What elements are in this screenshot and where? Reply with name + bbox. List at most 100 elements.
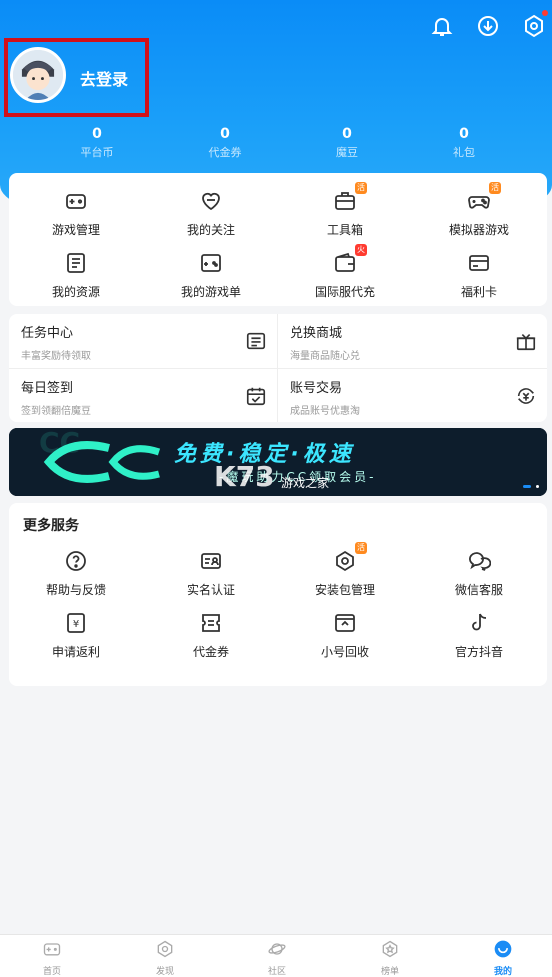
home-icon: [43, 943, 61, 956]
package-icon: 活: [333, 542, 367, 573]
service-label: 微信客服: [454, 583, 503, 597]
svg-text:¥: ¥: [73, 619, 79, 630]
top-actions: [430, 10, 548, 38]
tasks-card: 任务中心 丰富奖励待领取 兑换商城 海量商品随心兑 每日签到 签到领翻倍魔豆 账…: [9, 314, 547, 422]
stat-magic-bean[interactable]: 0 魔豆: [307, 126, 387, 160]
card-icon: [467, 251, 491, 275]
tab-home[interactable]: 首页: [22, 939, 82, 977]
tool-label: 福利卡: [460, 285, 497, 299]
tab-ranking[interactable]: 榜单: [360, 939, 420, 977]
coupon-icon: [199, 611, 223, 635]
help-icon: [64, 549, 88, 573]
account-trade[interactable]: 账号交易 成品账号优惠淘: [278, 369, 547, 422]
task-title: 任务中心: [21, 326, 74, 341]
heart-icon: [199, 189, 223, 213]
profile-icon: [494, 940, 512, 958]
stat-value: 0: [459, 126, 469, 142]
tools-card: 游戏管理 我的关注 活 工具箱 活 模拟器游戏 我的资源 我的游戏单 火 国际服…: [9, 173, 547, 306]
watermark-text: 游戏之家: [281, 476, 330, 490]
settings-icon[interactable]: [522, 10, 548, 38]
task-icon: [245, 330, 267, 352]
tool-label: 我的游戏单: [180, 285, 241, 299]
task-subtitle: 丰富奖励待领取: [21, 351, 91, 362]
tab-community[interactable]: 社区: [247, 939, 307, 977]
service-label: 帮助与反馈: [45, 583, 106, 597]
calendar-icon: [245, 385, 267, 407]
daily-checkin[interactable]: 每日签到 签到领翻倍魔豆: [9, 369, 277, 422]
services-title: 更多服务: [23, 518, 79, 534]
tab-label: 榜单: [380, 967, 399, 977]
toolbox-icon: 活: [333, 182, 367, 213]
service-wechat[interactable]: 微信客服: [424, 549, 534, 598]
tab-label: 我的: [493, 967, 512, 977]
gamepad-icon: [64, 189, 88, 213]
ranking-icon: [382, 940, 398, 958]
login-button[interactable]: 去登录: [80, 66, 128, 90]
tool-label: 工具箱: [326, 223, 363, 237]
resource-icon: [64, 251, 88, 275]
service-label: 小号回收: [320, 645, 369, 659]
stat-label: 魔豆: [336, 146, 358, 159]
rebate-icon: ¥: [64, 611, 88, 635]
stat-gift-pack[interactable]: 0 礼包: [424, 126, 504, 160]
carousel-dot: [536, 485, 539, 488]
task-subtitle: 海量商品随心兑: [290, 351, 360, 362]
task-center[interactable]: 任务中心 丰富奖励待领取: [9, 314, 277, 368]
service-label: 实名认证: [186, 583, 235, 597]
tiktok-icon: [467, 611, 491, 635]
service-help[interactable]: 帮助与反馈: [21, 549, 131, 598]
service-label: 代金券: [192, 645, 229, 659]
wallet-icon: 火: [333, 244, 367, 275]
event-badge: 活: [489, 182, 501, 194]
service-alt-recycle[interactable]: 小号回收: [290, 611, 400, 660]
tool-my-resources[interactable]: 我的资源: [21, 251, 131, 300]
event-badge: 活: [355, 182, 367, 194]
stat-value: 0: [220, 126, 230, 142]
tool-label: 游戏管理: [51, 223, 100, 237]
exchange-icon: [515, 385, 537, 407]
task-title: 兑换商城: [290, 326, 343, 341]
event-badge: 活: [355, 542, 367, 554]
recycle-icon: [333, 611, 357, 635]
tool-intl-recharge[interactable]: 火 国际服代充: [290, 244, 400, 300]
exchange-mall[interactable]: 兑换商城 海量商品随心兑: [278, 314, 547, 368]
carousel-dot-active: [523, 485, 531, 488]
tab-label: 社区: [267, 967, 286, 977]
tool-label: 国际服代充: [314, 285, 375, 299]
tool-toolbox[interactable]: 活 工具箱: [290, 182, 400, 238]
service-rebate[interactable]: ¥ 申请返利: [21, 611, 131, 660]
tab-profile[interactable]: 我的: [473, 939, 533, 977]
tool-emulator-games[interactable]: 活 模拟器游戏: [424, 182, 534, 238]
services-card: 更多服务 帮助与反馈 实名认证 活 安装包管理 微信客服 ¥ 申请返利 代金券 …: [9, 503, 547, 686]
promo-banner[interactable]: CC 免费·稳定·极速 -魔玩助力CC领取会员- K73 游戏之家: [9, 428, 547, 496]
wechat-icon: [467, 549, 492, 573]
task-subtitle: 成品账号优惠淘: [290, 406, 360, 417]
stat-voucher[interactable]: 0 代金券: [185, 126, 265, 160]
tab-label: 发现: [155, 967, 174, 977]
stat-label: 礼包: [453, 146, 475, 159]
tool-my-game-list[interactable]: 我的游戏单: [156, 251, 266, 300]
controller-icon: 活: [467, 182, 501, 213]
tool-game-manage[interactable]: 游戏管理: [21, 189, 131, 238]
stat-value: 0: [342, 126, 352, 142]
service-package-manage[interactable]: 活 安装包管理: [290, 542, 400, 598]
task-title: 每日签到: [21, 381, 74, 396]
download-icon[interactable]: [476, 14, 500, 38]
bottom-tab-bar: 首页 发现 社区 榜单 我的: [0, 934, 552, 977]
stat-label: 平台币: [80, 146, 114, 159]
service-official-tiktok[interactable]: 官方抖音: [424, 611, 534, 660]
stat-platform-coin[interactable]: 0 平台币: [57, 126, 137, 160]
service-label: 官方抖音: [454, 645, 503, 659]
tool-label: 我的资源: [51, 285, 100, 299]
discover-icon: [157, 940, 173, 958]
task-subtitle: 签到领翻倍魔豆: [21, 406, 91, 417]
svg-text:CC: CC: [39, 428, 80, 459]
service-coupon[interactable]: 代金券: [156, 611, 266, 660]
stat-label: 代金券: [208, 146, 242, 159]
tool-my-follow[interactable]: 我的关注: [156, 189, 266, 238]
service-realname[interactable]: 实名认证: [156, 549, 266, 598]
tab-label: 首页: [42, 967, 61, 977]
tool-welfare-card[interactable]: 福利卡: [424, 251, 534, 300]
bell-icon[interactable]: [430, 14, 454, 38]
tab-discover[interactable]: 发现: [135, 939, 195, 977]
